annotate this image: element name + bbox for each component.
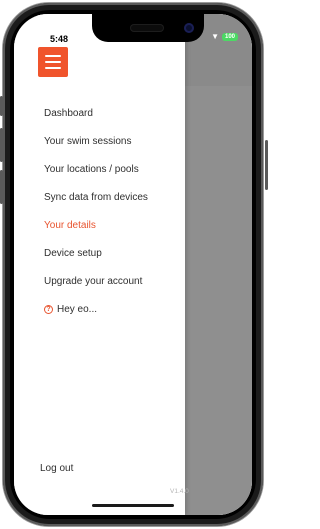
speaker-grille xyxy=(130,24,164,32)
nav-item-label: Your details xyxy=(44,219,96,231)
nav-item-help[interactable]: ? Hey eo... xyxy=(44,295,148,323)
nav-item-label: Your swim sessions xyxy=(44,135,132,147)
nav-item-label: Your locations / pools xyxy=(44,163,139,175)
logout-button[interactable]: Log out xyxy=(40,463,73,474)
home-indicator[interactable] xyxy=(92,504,174,507)
nav-item-label: Hey eo... xyxy=(57,303,98,315)
nav-item-label: Sync data from devices xyxy=(44,191,148,203)
nav-item-swim-sessions[interactable]: Your swim sessions xyxy=(44,127,148,155)
front-camera-icon xyxy=(184,23,194,33)
hamburger-icon-line xyxy=(45,55,61,57)
mute-switch xyxy=(0,96,3,116)
nav-item-upgrade-account[interactable]: Upgrade your account xyxy=(44,267,148,295)
volume-down-button xyxy=(0,170,3,204)
nav-item-sync-data[interactable]: Sync data from devices xyxy=(44,183,148,211)
nav-item-label: Device setup xyxy=(44,247,102,259)
nav-item-dashboard[interactable]: Dashboard xyxy=(44,99,148,127)
wifi-icon: ▼ xyxy=(211,32,219,41)
app-version: V1.4.0 xyxy=(170,488,189,495)
nav-item-label: Upgrade your account xyxy=(44,275,143,287)
status-time: 5:48 xyxy=(50,34,69,44)
hamburger-icon-line xyxy=(45,61,61,63)
navigation-drawer: 5:48 Dashboard Your swim sessions Your l… xyxy=(14,14,189,515)
nav-item-device-setup[interactable]: Device setup xyxy=(44,239,148,267)
help-icon: ? xyxy=(44,304,53,314)
hamburger-icon-line xyxy=(45,67,61,69)
power-button xyxy=(265,140,268,190)
status-icons: ▼ 100 xyxy=(211,32,238,41)
nav-item-label: Dashboard xyxy=(44,107,93,119)
nav-item-locations-pools[interactable]: Your locations / pools xyxy=(44,155,148,183)
nav-menu: Dashboard Your swim sessions Your locati… xyxy=(44,99,148,323)
menu-button[interactable] xyxy=(38,47,68,77)
camera-notch xyxy=(92,14,204,42)
nav-item-your-details[interactable]: Your details xyxy=(44,211,148,239)
battery-icon: 100 xyxy=(221,32,238,41)
volume-up-button xyxy=(0,128,3,162)
screen: ▼ 100 5:48 Dashboard Your swim sessions … xyxy=(14,14,252,515)
